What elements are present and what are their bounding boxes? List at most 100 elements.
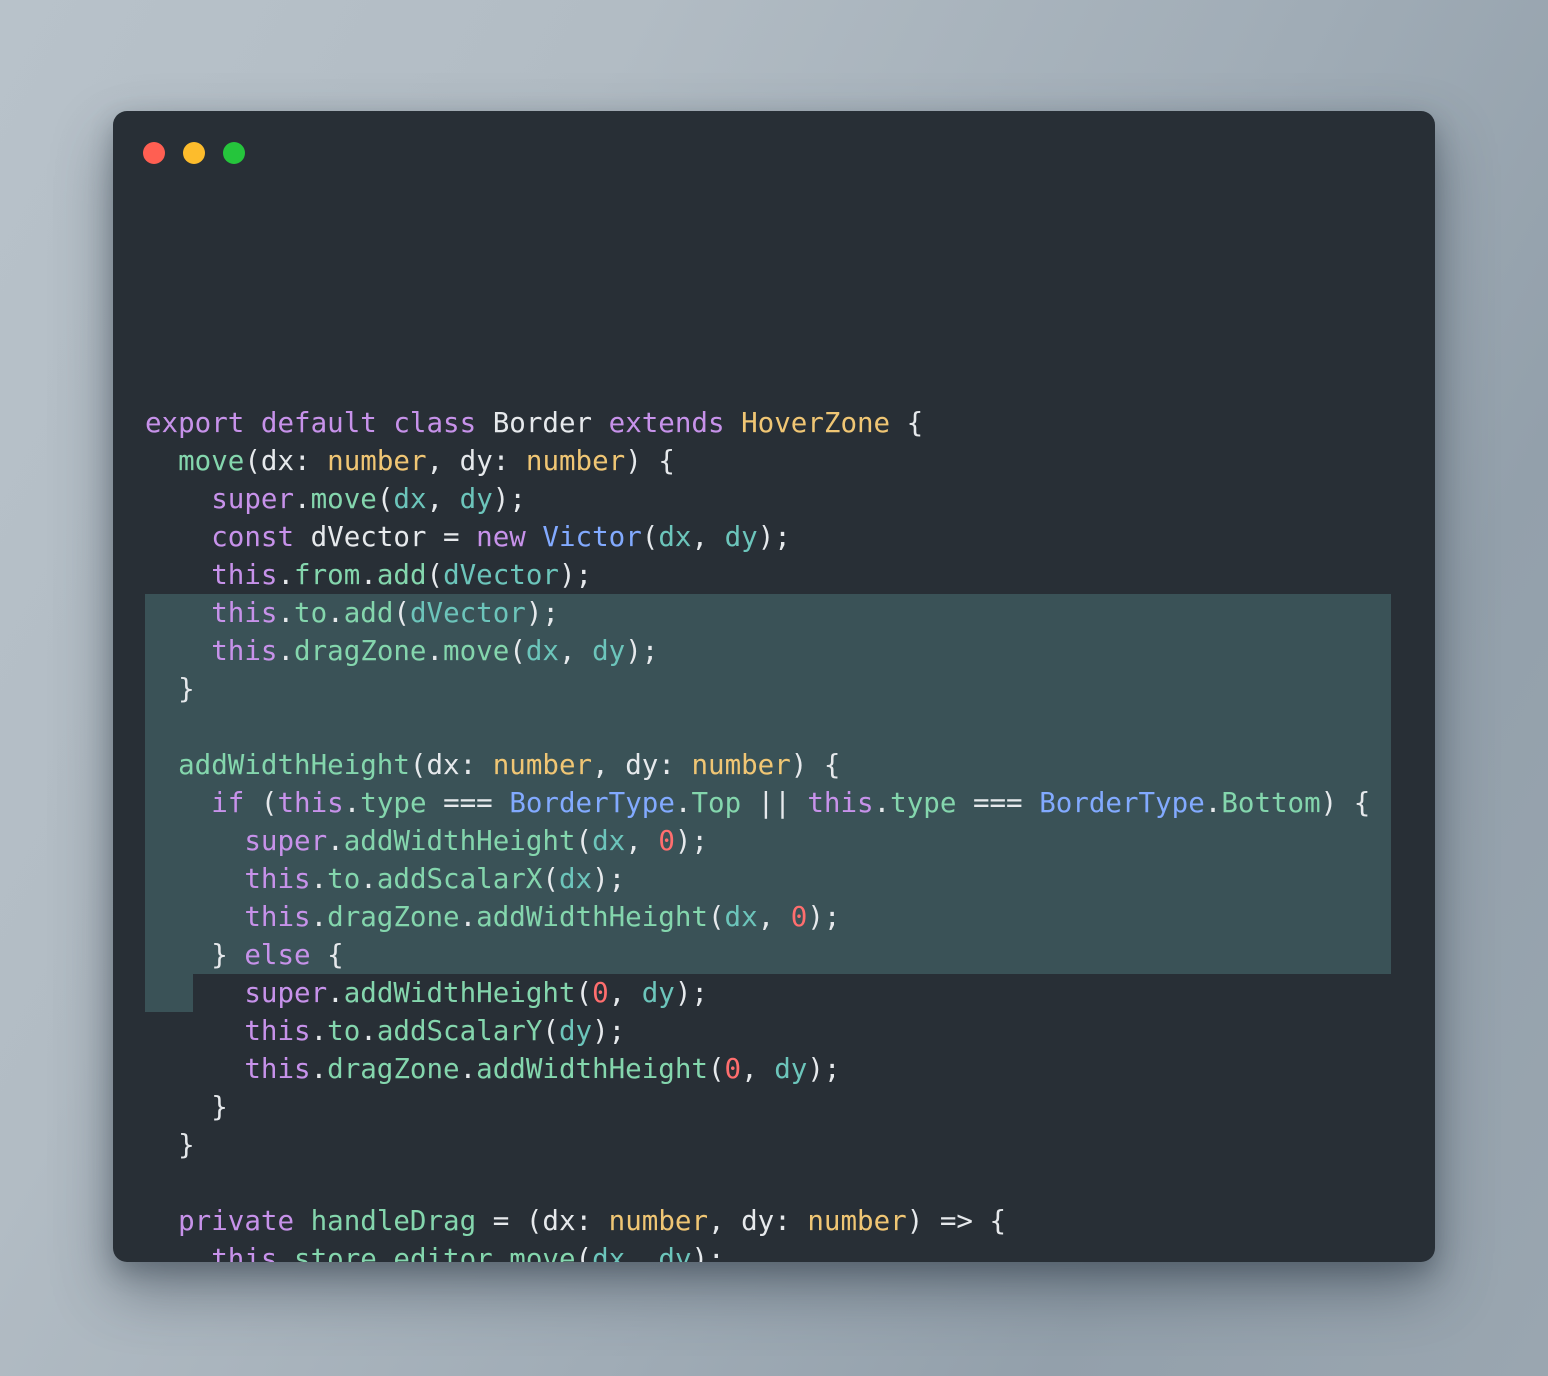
code-token: addWidthHeight bbox=[476, 1053, 708, 1085]
code-token: . bbox=[360, 1015, 377, 1047]
code-token: . bbox=[327, 977, 344, 1009]
code-token: dx bbox=[724, 901, 758, 933]
code-token: private bbox=[178, 1205, 295, 1237]
code-token: ( bbox=[509, 635, 526, 667]
code-token: } bbox=[145, 939, 245, 971]
code-token: ); bbox=[674, 825, 708, 857]
code-token: number bbox=[492, 749, 593, 781]
code-token: . bbox=[459, 1053, 477, 1085]
code-token: from bbox=[294, 559, 361, 591]
code-line[interactable]: super.addWidthHeight(dx, 0); bbox=[113, 822, 1435, 860]
code-editor[interactable]: export default class Border extends Hove… bbox=[113, 252, 1435, 1262]
code-token: this bbox=[244, 1053, 311, 1085]
code-token: } bbox=[145, 673, 195, 705]
code-line[interactable]: super.move(dx, dy); bbox=[113, 480, 1435, 518]
code-token: = bbox=[426, 521, 477, 553]
code-line[interactable]: this.from.add(dVector); bbox=[113, 556, 1435, 594]
code-token: this bbox=[244, 1015, 311, 1047]
code-token: ( bbox=[707, 901, 725, 933]
code-token: , bbox=[608, 977, 642, 1009]
code-token: : bbox=[658, 749, 692, 781]
code-line[interactable]: this.to.add(dVector); bbox=[113, 594, 1435, 632]
code-token: const bbox=[211, 521, 295, 553]
code-token: 0 bbox=[658, 825, 675, 857]
code-lines[interactable]: export default class Border extends Hove… bbox=[113, 404, 1435, 1262]
code-token: === bbox=[956, 787, 1040, 819]
code-token: ( bbox=[641, 521, 659, 553]
code-token: type bbox=[890, 787, 957, 819]
code-line[interactable]: this.dragZone.move(dx, dy); bbox=[113, 632, 1435, 670]
code-token: 0 bbox=[592, 977, 609, 1009]
code-line[interactable]: super.addWidthHeight(0, dy); bbox=[113, 974, 1435, 1012]
minimize-button[interactable] bbox=[183, 142, 205, 164]
code-token: number bbox=[691, 749, 791, 781]
code-line[interactable]: this.to.addScalarY(dy); bbox=[113, 1012, 1435, 1050]
code-line[interactable]: } bbox=[113, 1088, 1435, 1126]
code-line[interactable]: this.to.addScalarX(dx); bbox=[113, 860, 1435, 898]
code-token: : bbox=[492, 445, 526, 477]
code-token: . bbox=[277, 1243, 295, 1262]
code-token: this bbox=[211, 597, 278, 629]
code-token: , bbox=[426, 483, 460, 515]
code-token: this bbox=[211, 635, 278, 667]
code-line[interactable]: const dVector = new Victor(dx, dy); bbox=[113, 518, 1435, 556]
code-line[interactable]: this.dragZone.addWidthHeight(dx, 0); bbox=[113, 898, 1435, 936]
code-token: dVector bbox=[443, 559, 559, 591]
code-token: 0 bbox=[724, 1053, 742, 1085]
code-token: addWidthHeight bbox=[178, 749, 410, 781]
code-token: dy bbox=[625, 749, 659, 781]
code-token: . bbox=[343, 787, 361, 819]
code-token: Bottom bbox=[1221, 787, 1321, 819]
code-token: ) { bbox=[790, 749, 841, 781]
code-line[interactable]: export default class Border extends Hove… bbox=[113, 404, 1435, 442]
code-line[interactable]: this.dragZone.addWidthHeight(0, dy); bbox=[113, 1050, 1435, 1088]
code-token: ) => { bbox=[906, 1205, 1007, 1237]
code-token: dx bbox=[558, 863, 593, 895]
code-line[interactable]: if (this.type === BorderType.Top || this… bbox=[113, 784, 1435, 822]
code-line[interactable]: } bbox=[113, 1126, 1435, 1164]
code-token: ); bbox=[625, 635, 659, 667]
code-line[interactable]: } bbox=[113, 670, 1435, 708]
code-token: dragZone bbox=[294, 635, 427, 667]
code-token: } bbox=[145, 1091, 228, 1123]
code-line[interactable]: addWidthHeight(dx: number, dy: number) { bbox=[113, 746, 1435, 784]
code-line[interactable]: this.store.editor.move(dx, dy); bbox=[113, 1240, 1435, 1262]
code-token: Border bbox=[492, 407, 593, 439]
code-line[interactable] bbox=[113, 708, 1435, 746]
code-token: ); bbox=[592, 1015, 626, 1047]
code-token: editor bbox=[393, 1243, 493, 1262]
code-line[interactable]: private handleDrag = (dx: number, dy: nu… bbox=[113, 1202, 1435, 1240]
code-token: . bbox=[1204, 787, 1222, 819]
code-token: , bbox=[708, 1205, 742, 1237]
code-token: === bbox=[426, 787, 510, 819]
code-token: dy bbox=[592, 635, 626, 667]
code-token: = ( bbox=[476, 1205, 543, 1237]
code-token: move bbox=[443, 635, 510, 667]
zoom-button[interactable] bbox=[223, 142, 245, 164]
code-line[interactable] bbox=[113, 1164, 1435, 1202]
code-token: addWidthHeight bbox=[343, 825, 576, 857]
close-button[interactable] bbox=[143, 142, 165, 164]
code-token: dVector bbox=[310, 521, 427, 553]
code-token: ); bbox=[807, 1053, 841, 1085]
code-token: super bbox=[244, 977, 328, 1009]
code-token: dy bbox=[724, 521, 758, 553]
code-token: . bbox=[674, 787, 692, 819]
code-line[interactable]: } else { bbox=[113, 936, 1435, 974]
code-line[interactable]: move(dx: number, dy: number) { bbox=[113, 442, 1435, 480]
code-token: number bbox=[525, 445, 626, 477]
code-token: . bbox=[327, 825, 344, 857]
code-token: type bbox=[360, 787, 427, 819]
code-token: to bbox=[294, 597, 328, 629]
code-token: HoverZone bbox=[741, 407, 891, 439]
code-token: handleDrag bbox=[310, 1205, 477, 1237]
